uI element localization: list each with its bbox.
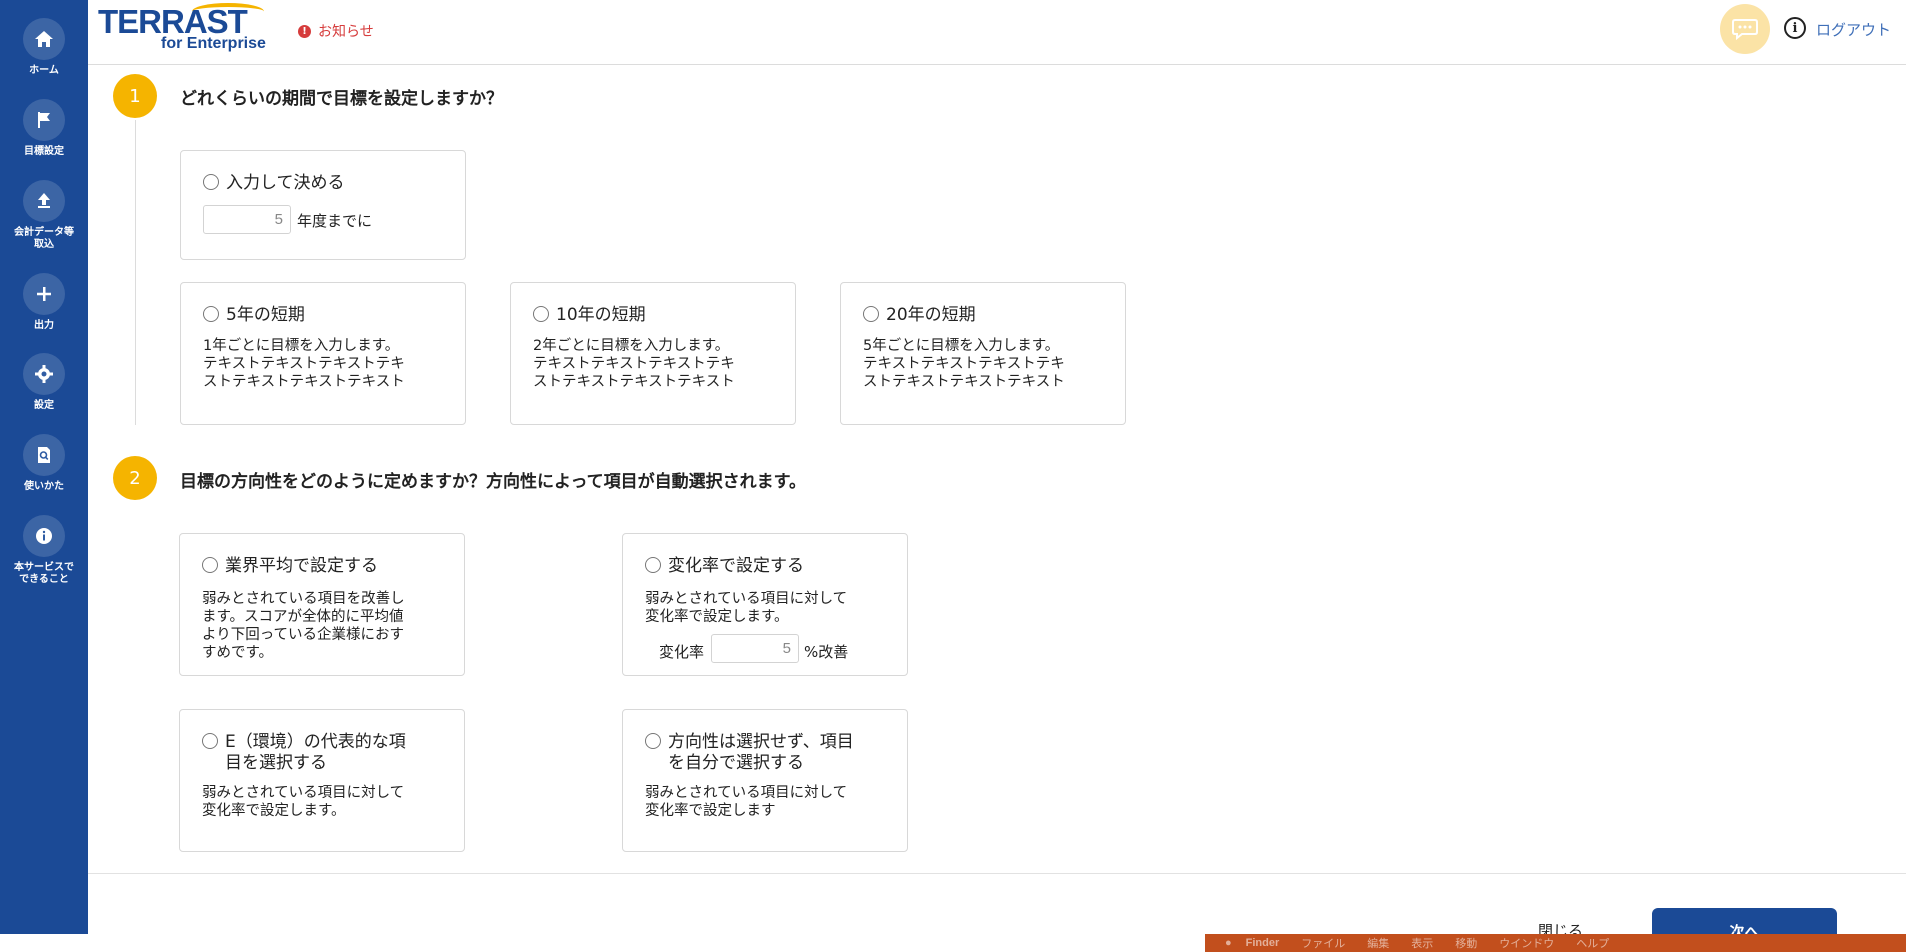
radio-industry-average[interactable]: 業界平均で設定する [202,556,378,577]
step-number-1: 1 [113,74,157,118]
radio-20-years[interactable]: 20年の短期 [863,305,976,326]
sidebar-item-label: ホーム [29,65,59,76]
sidebar-item-goal-setting[interactable]: 目標設定 [0,99,88,158]
period-option-10-years[interactable]: 10年の短期 2年ごとに目標を入力します。 テキストテキストテキストテキ ストテ… [510,282,796,425]
option-description: 5年ごとに目標を入力します。 テキストテキストテキストテキ ストテキストテキスト… [863,338,1065,390]
period-option-5-years[interactable]: 5年の短期 1年ごとに目標を入力します。 テキストテキストテキストテキ ストテキ… [180,282,466,425]
plus-icon [23,273,65,315]
option-description: 弱みとされている項目に対して 変化率で設定します。 [645,591,848,625]
radio-button[interactable] [645,733,661,749]
info-icon [23,515,65,557]
radio-button[interactable] [203,174,219,190]
sidebar-item-label: 設定 [34,400,54,411]
change-rate-label: 変化率 [659,643,705,661]
period-option-20-years[interactable]: 20年の短期 5年ごとに目標を入力します。 テキストテキストテキストテキ ストテ… [840,282,1126,425]
menubar-item[interactable]: 編集 [1367,935,1389,951]
step-number-2: 2 [113,456,157,500]
flag-icon [23,99,65,141]
option-description: 1年ごとに目標を入力します。 テキストテキストテキストテキ ストテキストテキスト… [203,338,405,390]
info-button[interactable]: i [1784,17,1806,39]
radio-change-rate[interactable]: 変化率で設定する [645,556,804,577]
sidebar-item-home[interactable]: ホーム [0,18,88,77]
direction-option-change-rate[interactable]: 変化率で設定する 弱みとされている項目に対して 変化率で設定します。 変化率 5… [622,533,908,676]
option-description: 弱みとされている項目を改善し ます。スコアが全体的に平均値 より下回っている企業… [202,591,405,661]
gear-icon [23,353,65,395]
radio-manual[interactable]: 方向性は選択せず、項目 を自分で選択する [645,732,854,774]
direction-option-industry-average[interactable]: 業界平均で設定する 弱みとされている項目を改善し ます。スコアが全体的に平均値 … [179,533,465,676]
step1-title: どれくらいの期間で目標を設定しますか？ [180,89,503,109]
step2-title: 目標の方向性をどのように定めますか？方向性によって項目が自動選択されます。 [180,472,806,492]
years-input[interactable]: 5 [203,205,291,234]
logo-swoosh [192,3,264,20]
document-search-icon [23,434,65,476]
os-menubar: ● Finder ファイル 編集 表示 移動 ウインドウ ヘルプ [1205,934,1906,952]
option-description: 2年ごとに目標を入力します。 テキストテキストテキストテキ ストテキストテキスト… [533,338,735,390]
notice-link[interactable]: ! お知らせ [298,21,374,41]
direction-option-environment[interactable]: E（環境）の代表的な項 目を選択する 弱みとされている項目に対して 変化率で設定… [179,709,465,852]
option-label: 20年の短期 [886,305,976,325]
radio-5-years[interactable]: 5年の短期 [203,305,305,326]
notice-label: お知らせ [318,24,374,40]
radio-button[interactable] [203,306,219,322]
radio-button[interactable] [202,557,218,573]
option-label: 業界平均で設定する [225,556,378,576]
chat-button[interactable] [1720,4,1770,54]
info-icon: i [1792,20,1798,36]
sidebar-item-label: 使いかた [24,481,64,492]
header: TERRAST for Enterprise ! お知らせ i ログアウト [88,0,1906,65]
menubar-item[interactable]: ファイル [1301,935,1345,951]
sidebar-item-label: 本サービスで できること [14,562,74,585]
option-label: E（環境）の代表的な項 目を選択する [225,732,406,773]
change-rate-input[interactable]: 5 [711,634,799,663]
radio-10-years[interactable]: 10年の短期 [533,305,646,326]
radio-button[interactable] [533,306,549,322]
alert-icon: ! [298,24,311,38]
menubar-item[interactable]: ウインドウ [1499,935,1554,951]
radio-button[interactable] [645,557,661,573]
sidebar-item-data-import[interactable]: 会計データ等 取込 [0,180,88,251]
menubar-item[interactable]: 移動 [1455,935,1477,951]
sidebar-item-label: 出力 [34,320,54,331]
change-rate-suffix: %改善 [804,643,849,661]
option-label: 5年の短期 [226,305,305,325]
chat-icon [1732,19,1758,40]
sidebar-item-service-info[interactable]: 本サービスで できること [0,515,88,586]
sidebar-item-output[interactable]: 出力 [0,273,88,332]
sidebar-item-label: 目標設定 [24,146,64,157]
option-label: 方向性は選択せず、項目 を自分で選択する [668,732,854,773]
radio-button[interactable] [863,306,879,322]
menubar-item[interactable]: 表示 [1411,935,1433,951]
menubar-item[interactable]: ヘルプ [1576,935,1609,951]
upload-icon [23,180,65,222]
menubar-item[interactable]: Finder [1246,937,1280,949]
years-input-suffix: 年度までに [297,212,373,230]
footer-divider [88,873,1906,874]
option-label: 10年の短期 [556,305,646,325]
logo-subtitle: for Enterprise [161,35,266,52]
home-icon [23,18,65,60]
sidebar-item-settings[interactable]: 設定 [0,353,88,412]
apple-icon[interactable]: ● [1225,937,1232,949]
direction-option-manual[interactable]: 方向性は選択せず、項目 を自分で選択する 弱みとされている項目に対して 変化率で… [622,709,908,852]
radio-custom-period[interactable]: 入力して決める [203,173,345,194]
sidebar-item-label: 会計データ等 取込 [14,227,74,250]
sidebar-item-how-to-use[interactable]: 使いかた [0,434,88,493]
sidebar: ホーム 目標設定 会計データ等 取込 出力 設定 使いかた 本サービスで できる… [0,0,88,934]
option-description: 弱みとされている項目に対して 変化率で設定します。 [202,785,405,819]
logout-link[interactable]: ログアウト [1816,19,1891,40]
option-label: 入力して決める [226,173,345,193]
radio-environment[interactable]: E（環境）の代表的な項 目を選択する [202,732,406,774]
radio-button[interactable] [202,733,218,749]
option-description: 弱みとされている項目に対して 変化率で設定します [645,785,848,819]
step-connector-line [135,120,136,425]
option-label: 変化率で設定する [668,556,804,576]
period-option-custom[interactable]: 入力して決める 5 年度までに [180,150,466,260]
